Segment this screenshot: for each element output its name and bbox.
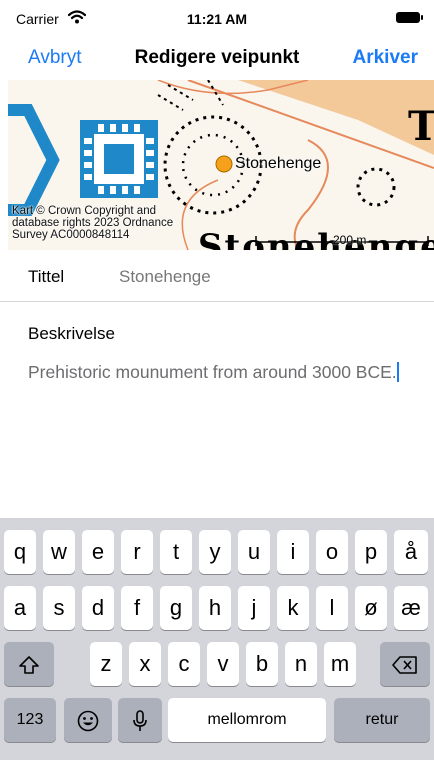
backspace-icon: [392, 656, 417, 674]
archive-button[interactable]: Arkiver: [353, 47, 419, 69]
key-x[interactable]: x: [129, 642, 161, 686]
clock: 11:21 AM: [186, 11, 248, 27]
map-copyright: Kart © Crown Copyright and database righ…: [12, 205, 173, 241]
key-h[interactable]: h: [199, 586, 231, 630]
numbers-key[interactable]: 123: [4, 698, 56, 742]
key-p[interactable]: p: [355, 530, 387, 574]
key-u[interactable]: u: [238, 530, 270, 574]
map-scale-label: 200 m: [333, 233, 367, 247]
key-e[interactable]: e: [82, 530, 114, 574]
key-s[interactable]: s: [43, 586, 75, 630]
key-t[interactable]: t: [160, 530, 192, 574]
key-y[interactable]: y: [199, 530, 231, 574]
title-field[interactable]: Stonehenge: [119, 267, 211, 287]
map-pin-label: Stonehenge: [235, 155, 322, 172]
key-j[interactable]: j: [238, 586, 270, 630]
map-view[interactable]: T Stonehenge Stonehenge Kart © Crown Cop…: [8, 80, 434, 250]
emoji-icon: [77, 710, 99, 732]
key-oe[interactable]: ø: [355, 586, 387, 630]
dictation-key[interactable]: [118, 698, 162, 742]
key-i[interactable]: i: [277, 530, 309, 574]
key-l[interactable]: l: [316, 586, 348, 630]
return-key[interactable]: retur: [334, 698, 430, 742]
text-cursor: [396, 362, 399, 382]
key-n[interactable]: n: [285, 642, 317, 686]
key-b[interactable]: b: [246, 642, 278, 686]
copyright-line: Survey AC0000848114: [12, 229, 130, 241]
svg-text:Stonehenge: Stonehenge: [198, 227, 434, 250]
key-q[interactable]: q: [4, 530, 36, 574]
key-c[interactable]: c: [168, 642, 200, 686]
copyright-line: database rights 2023 Ordnance: [12, 217, 174, 229]
key-g[interactable]: g: [160, 586, 192, 630]
key-r[interactable]: r: [121, 530, 153, 574]
title-row[interactable]: Tittel Stonehenge: [0, 251, 434, 302]
key-d[interactable]: d: [82, 586, 114, 630]
key-ae[interactable]: æ: [394, 586, 428, 630]
space-key[interactable]: mellomrom: [168, 698, 326, 742]
svg-text:T: T: [408, 103, 434, 150]
status-bar: Carrier 11:21 AM: [0, 0, 434, 36]
key-v[interactable]: v: [207, 642, 239, 686]
key-o[interactable]: o: [316, 530, 348, 574]
description-label: Beskrivelse: [28, 324, 115, 343]
key-aa[interactable]: å: [394, 530, 428, 574]
key-z[interactable]: z: [90, 642, 122, 686]
shift-icon: [19, 656, 39, 674]
key-m[interactable]: m: [324, 642, 356, 686]
key-f[interactable]: f: [121, 586, 153, 630]
battery-icon: [396, 12, 423, 23]
shift-key[interactable]: [4, 642, 54, 686]
emoji-key[interactable]: [64, 698, 112, 742]
description-field[interactable]: Prehistoric mounument from around 3000 B…: [28, 360, 408, 384]
microphone-icon: [133, 710, 147, 731]
delete-key[interactable]: [380, 642, 430, 686]
copyright-line: Kart © Crown Copyright and: [12, 205, 156, 217]
key-k[interactable]: k: [277, 586, 309, 630]
key-a[interactable]: a: [4, 586, 36, 630]
description-text: Prehistoric mounument from around 3000 B…: [28, 362, 397, 382]
keyboard: q w e r t y u i o p å a s d f g h j k l …: [0, 518, 434, 760]
key-w[interactable]: w: [43, 530, 75, 574]
title-label: Tittel: [28, 267, 65, 286]
navigation-bar: Avbryt Redigere veipunkt Arkiver: [0, 36, 434, 80]
